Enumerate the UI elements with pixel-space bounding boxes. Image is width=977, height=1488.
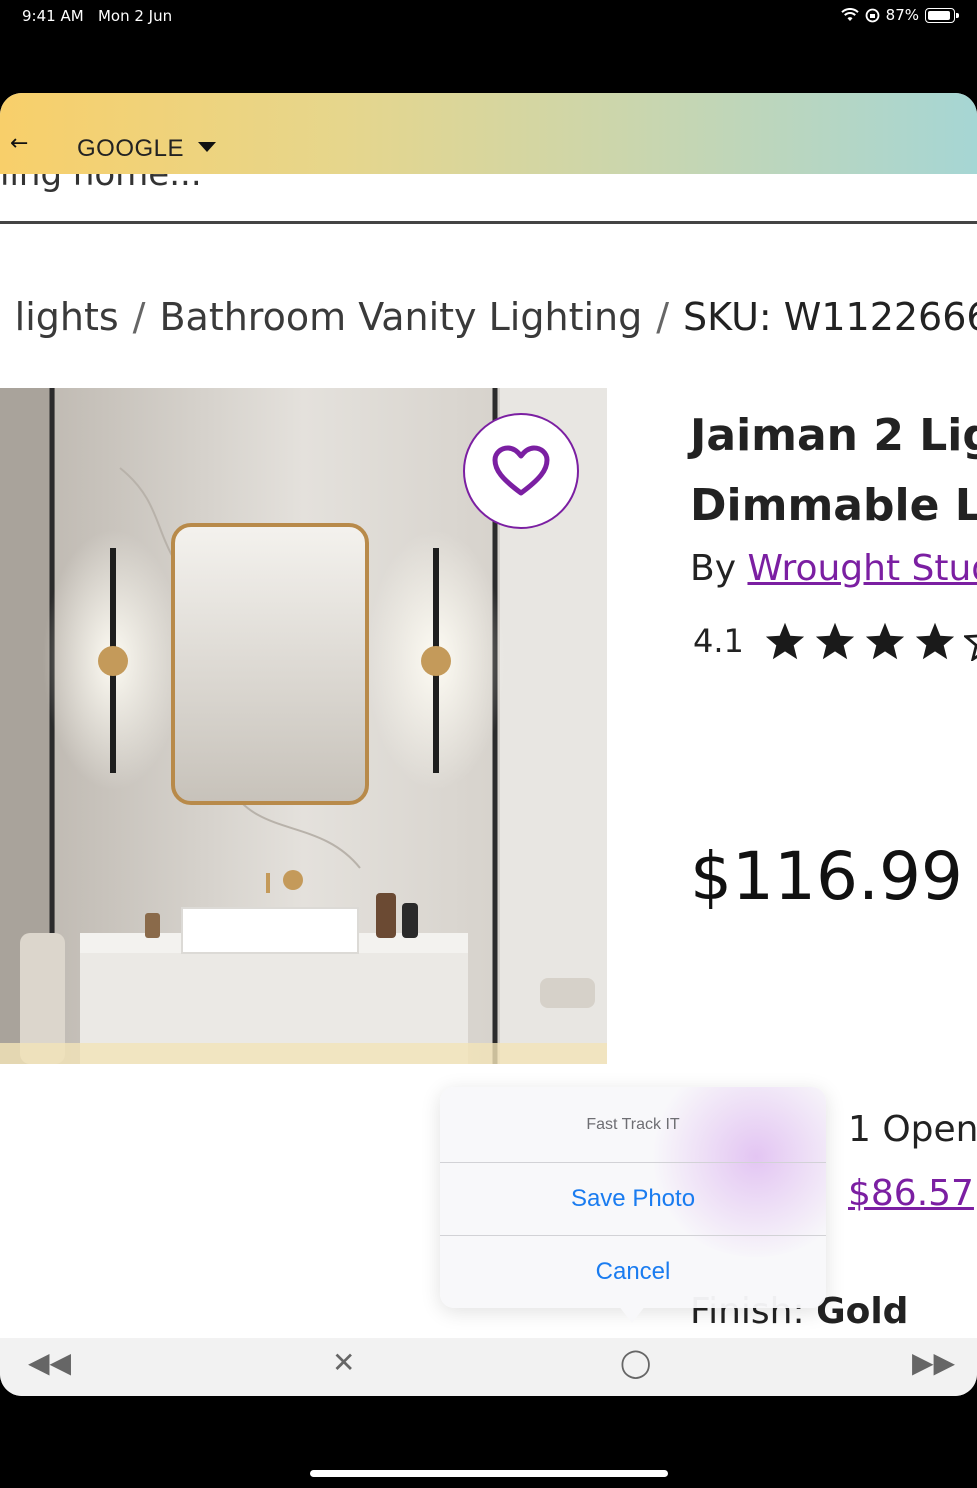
breadcrumb-item[interactable]: l lights [0,295,119,339]
rewind-icon[interactable]: ◀◀ [28,1346,71,1379]
battery-percent: 87% [885,6,919,24]
breadcrumb-separator: / [656,295,670,339]
date-text: Mon 2 Jun [97,7,173,25]
breadcrumb-item[interactable]: Bathroom Vanity Lighting [159,295,642,339]
product-title-line: Jaiman 2 Ligh [690,410,977,461]
product-title-line: Dimmable LE [690,480,977,531]
home-indicator[interactable] [310,1470,668,1477]
reload-icon[interactable]: ◯ [620,1346,651,1379]
star-icon [765,622,805,660]
chevron-down-icon [198,142,217,152]
cancel-button[interactable]: Cancel [440,1236,826,1308]
open-box-label: 1 Open [848,1109,977,1150]
star-icon [865,622,905,660]
by-label: By [690,548,737,589]
star-icon [915,622,955,660]
orientation-lock-icon [865,8,880,22]
product-title: Jaiman 2 Ligh Dimmable LE [690,401,977,541]
save-photo-button[interactable]: Save Photo [440,1163,826,1235]
breadcrumb-separator: / [132,295,146,339]
status-time: 9:41 AM Mon 2 Jun [22,7,172,25]
star-icon [815,622,855,660]
finish-value: Gold [816,1291,909,1332]
source-label: GOOGLE [77,135,185,162]
wifi-icon [840,8,859,21]
product-price: $116.99 [690,838,963,915]
close-icon[interactable]: ✕ [332,1346,355,1379]
google-return-bar[interactable]: ← GOOGLE [0,93,977,174]
time-text: 9:41 AM [22,7,84,25]
brand-link[interactable]: Wrought Studio [747,548,977,589]
source-dropdown[interactable]: GOOGLE [77,135,217,163]
battery-icon [925,7,959,23]
brand-line: By Wrought Studio [690,548,977,589]
forward-icon[interactable]: ▶▶ [912,1346,955,1379]
search-underline [0,221,977,224]
breadcrumb-sku: SKU: W112266663 [683,295,977,339]
bottom-toolbar: ◀◀ ✕ ◯ ▶▶ [0,1338,977,1396]
action-sheet-arrow [618,1305,646,1323]
rating-value: 4.1 [693,622,744,660]
action-sheet: Fast Track IT Save Photo Cancel [440,1087,826,1308]
back-arrow-icon[interactable]: ← [10,131,28,156]
status-bar: 9:41 AM Mon 2 Jun 87% [0,0,977,34]
action-sheet-title: Fast Track IT [586,1115,680,1133]
rating[interactable]: 4.1 [693,621,977,661]
status-right: 87% [840,6,959,24]
breadcrumb: l lights / Bathroom Vanity Lighting / SKU: W… [0,295,977,339]
heart-icon [492,445,550,496]
star-outline-icon [963,634,977,661]
favorite-button[interactable] [463,413,579,529]
open-box-price-link[interactable]: $86.57 [848,1173,974,1214]
rating-stars [764,621,977,661]
